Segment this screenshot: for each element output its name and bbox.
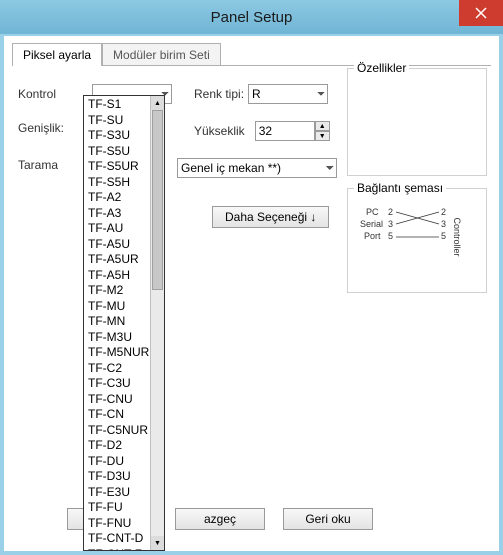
tabstrip: Piksel ayarla Modüler birim Seti bbox=[12, 42, 491, 65]
connection-title: Bağlantı şeması bbox=[354, 181, 446, 195]
label-scan: Tarama bbox=[18, 158, 92, 172]
svg-text:Controller: Controller bbox=[452, 217, 462, 256]
conn-serial-label: Serial bbox=[360, 219, 383, 229]
readback-button[interactable]: Geri oku bbox=[283, 508, 373, 530]
close-button[interactable] bbox=[459, 0, 503, 26]
scan-select[interactable]: Genel iç mekan **) bbox=[177, 158, 337, 178]
height-input[interactable] bbox=[255, 121, 315, 141]
more-options-button[interactable]: Daha Seçeneği ↓ bbox=[212, 206, 329, 228]
label-color-type: Renk tipi: bbox=[194, 87, 244, 101]
dropdown-scrollbar[interactable]: ▲ ▼ bbox=[150, 96, 164, 550]
scroll-thumb[interactable] bbox=[152, 110, 163, 290]
control-dropdown-list[interactable]: TF-S1TF-SUTF-S3UTF-S5UTF-S5URTF-S5HTF-A2… bbox=[83, 95, 165, 551]
scroll-track[interactable] bbox=[151, 110, 164, 536]
tab-pixel-settings[interactable]: Piksel ayarla bbox=[12, 43, 102, 66]
conn-port-label: Port bbox=[364, 231, 381, 241]
close-icon bbox=[475, 7, 487, 19]
color-type-select[interactable]: R bbox=[248, 84, 328, 104]
features-group: Özellikler bbox=[347, 68, 487, 176]
label-width: Genişlik: bbox=[18, 121, 92, 135]
window-title: Panel Setup bbox=[211, 9, 293, 26]
client-area: Piksel ayarla Modüler birim Seti Kontrol… bbox=[4, 36, 499, 551]
svg-text:2: 2 bbox=[388, 207, 393, 217]
scroll-down-arrow[interactable]: ▼ bbox=[151, 536, 164, 550]
svg-text:3: 3 bbox=[388, 219, 393, 229]
label-control: Kontrol bbox=[18, 87, 92, 101]
features-title: Özellikler bbox=[354, 61, 409, 75]
label-height: Yükseklik bbox=[194, 124, 245, 138]
height-spin-up[interactable]: ▲ bbox=[315, 121, 330, 131]
connection-group: Bağlantı şeması PC Serial Port 2 3 5 2 3… bbox=[347, 188, 487, 293]
svg-text:5: 5 bbox=[388, 231, 393, 241]
connection-diagram: PC Serial Port 2 3 5 2 3 5 Controller bbox=[356, 197, 486, 257]
svg-text:3: 3 bbox=[441, 219, 446, 229]
scroll-up-arrow[interactable]: ▲ bbox=[151, 96, 164, 110]
conn-pc-label: PC bbox=[366, 207, 379, 217]
height-spinner[interactable]: ▲ ▼ bbox=[315, 121, 330, 141]
cancel-button[interactable]: azgeç bbox=[175, 508, 265, 530]
svg-text:5: 5 bbox=[441, 231, 446, 241]
height-spin-down[interactable]: ▼ bbox=[315, 131, 330, 141]
window-titlebar: Panel Setup bbox=[0, 0, 503, 34]
tab-module-unit-set[interactable]: Modüler birim Seti bbox=[102, 43, 221, 66]
svg-text:2: 2 bbox=[441, 207, 446, 217]
